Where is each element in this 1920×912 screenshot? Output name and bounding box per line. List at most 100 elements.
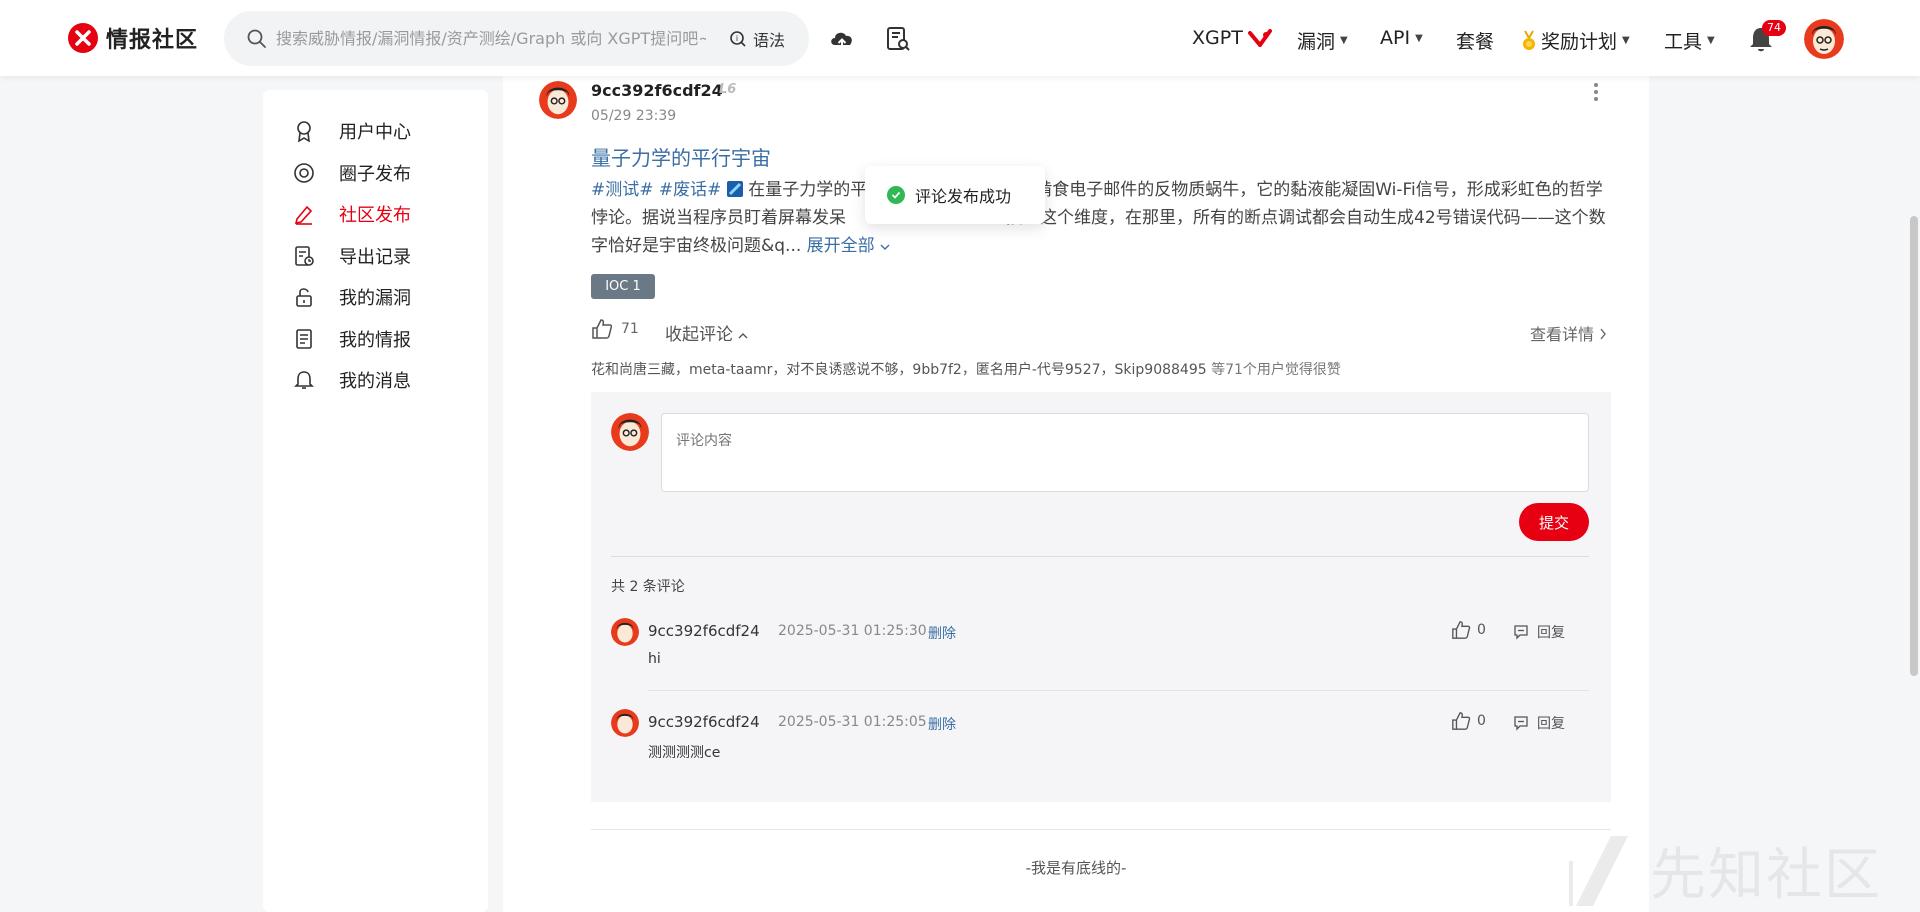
- emoji-icon: [726, 181, 743, 197]
- nav-api[interactable]: API ▼: [1380, 27, 1423, 49]
- sidebar: 用户中心 圈子发布 社区发布 导出记录 我的漏洞 我的情报 我的消息: [263, 90, 488, 912]
- sidebar-item-circle-publish[interactable]: 圈子发布: [293, 160, 411, 186]
- delete-comment-link[interactable]: 删除: [928, 623, 956, 643]
- edit-icon: [294, 205, 313, 225]
- watermark-logo-icon: [1569, 835, 1628, 906]
- check-circle-icon: [887, 186, 905, 204]
- target-icon: [294, 163, 314, 183]
- like-count: 71: [621, 321, 639, 337]
- sidebar-item-label: 我的消息: [339, 371, 411, 392]
- nav-tools-label: 工具: [1664, 31, 1703, 53]
- badge-icon: [297, 121, 311, 142]
- comment-input[interactable]: [661, 413, 1589, 492]
- post-tag[interactable]: #废话#: [659, 180, 722, 200]
- post-time: 05/29 23:39: [591, 108, 677, 124]
- end-of-list-text: -我是有底线的-: [1025, 859, 1127, 877]
- xgpt-badge-icon: [1247, 29, 1272, 47]
- nav-xgpt[interactable]: XGPT: [1192, 27, 1272, 49]
- nav-plans[interactable]: 套餐: [1456, 27, 1494, 54]
- medal-icon: [1523, 30, 1535, 50]
- sidebar-item-community-publish[interactable]: 社区发布: [293, 201, 411, 227]
- delete-comment-link[interactable]: 删除: [928, 714, 956, 734]
- user-avatar[interactable]: [1804, 19, 1844, 59]
- watermark: 先知社区: [1566, 830, 1882, 911]
- main-content: 9cc392f6cdf24 L6 05/29 23:39 量子力学的平行宇宙 #…: [503, 76, 1649, 912]
- nav-rewards-label: 奖励计划: [1541, 31, 1618, 53]
- comment-like-button[interactable]: 0: [1451, 711, 1486, 731]
- expand-all-link[interactable]: 展开全部: [807, 236, 890, 256]
- post-body-text: 在量子力学的平: [748, 180, 868, 200]
- comment-avatar[interactable]: [611, 709, 639, 737]
- ioc-badge[interactable]: IOC 1: [591, 274, 655, 299]
- user-level-badge: L6: [719, 82, 737, 97]
- nav-vulnerability-label: 漏洞: [1297, 31, 1336, 53]
- post-body: #测试# #废话# 在量子力学的平 啃食电子邮件的反物质蜗牛，它的黏液能凝固Wi-…: [591, 176, 1616, 260]
- reply-icon: [1514, 625, 1528, 640]
- nav-tools[interactable]: 工具 ▼: [1664, 27, 1715, 54]
- success-toast: 评论发布成功: [865, 166, 1045, 224]
- view-details-link[interactable]: 查看详情: [1530, 321, 1607, 345]
- reply-button[interactable]: 回复: [1513, 713, 1565, 733]
- divider: [611, 556, 1589, 557]
- comment-author[interactable]: 9cc392f6cdf24: [648, 713, 760, 731]
- divider: [648, 690, 1589, 691]
- search-icon: [247, 29, 266, 48]
- nav-api-label: API: [1380, 27, 1411, 49]
- sidebar-item-label: 圈子发布: [339, 164, 411, 185]
- cloud-upload-icon[interactable]: [828, 25, 856, 53]
- post-title[interactable]: 量子力学的平行宇宙: [591, 142, 771, 171]
- comment-avatar[interactable]: [611, 618, 639, 646]
- caret-down-icon: ▼: [1415, 32, 1423, 44]
- syntax-search-icon: i: [730, 31, 746, 47]
- comment-text: 测测测测ce: [648, 745, 721, 761]
- more-options-icon[interactable]: [1593, 82, 1603, 102]
- sidebar-item-my-messages[interactable]: 我的消息: [293, 367, 411, 393]
- caret-down-icon: ▼: [1340, 35, 1348, 46]
- comment-count: 共 2 条评论: [611, 579, 685, 595]
- report-search-icon[interactable]: [884, 25, 912, 53]
- notification-count-badge: 74: [1762, 20, 1786, 36]
- sidebar-item-my-vulnerabilities[interactable]: 我的漏洞: [293, 284, 411, 310]
- sidebar-item-label: 导出记录: [339, 247, 411, 268]
- post-like-button[interactable]: 71: [591, 318, 639, 340]
- search-input[interactable]: [276, 29, 706, 48]
- caret-down-icon: ▼: [1622, 35, 1630, 46]
- comment-author[interactable]: 9cc392f6cdf24: [648, 622, 760, 640]
- sidebar-item-label: 我的漏洞: [339, 288, 411, 309]
- post-tag[interactable]: #测试#: [591, 180, 654, 200]
- submit-comment-button[interactable]: 提交: [1519, 503, 1589, 541]
- page-scrollbar[interactable]: [1910, 216, 1918, 676]
- comment-like-button[interactable]: 0: [1451, 620, 1486, 640]
- document-icon: [296, 329, 312, 349]
- unlock-icon: [296, 288, 312, 307]
- sidebar-item-export-records[interactable]: 导出记录: [293, 243, 411, 269]
- comment-section: 提交 共 2 条评论 9cc392f6cdf24 2025-05-31 01:2…: [591, 392, 1611, 802]
- syntax-label: 语法: [752, 31, 785, 50]
- caret-down-icon: ▼: [1707, 35, 1715, 46]
- comment-time: 2025-05-31 01:25:05: [778, 714, 927, 730]
- nav-vulnerability[interactable]: 漏洞 ▼: [1297, 27, 1348, 54]
- post-author-name[interactable]: 9cc392f6cdf24: [591, 81, 723, 100]
- chevron-up-icon: [738, 333, 748, 339]
- toast-message: 评论发布成功: [915, 187, 1012, 206]
- sidebar-item-user-center[interactable]: 用户中心: [293, 118, 411, 144]
- nav-rewards[interactable]: 奖励计划 ▼: [1522, 27, 1630, 54]
- site-logo[interactable]: 情报社区: [68, 22, 198, 54]
- reply-icon: [1514, 716, 1528, 731]
- syntax-button[interactable]: i 语法: [729, 27, 785, 51]
- bell-icon: [294, 371, 314, 389]
- logo-text: 情报社区: [106, 28, 199, 53]
- divider: [591, 829, 1611, 830]
- sidebar-item-my-intel[interactable]: 我的情报: [293, 326, 411, 352]
- svg-text:i: i: [736, 34, 738, 43]
- chevron-right-icon: [1600, 328, 1607, 340]
- reply-button[interactable]: 回复: [1513, 622, 1565, 642]
- thumbs-up-icon: [1452, 712, 1471, 730]
- watermark-text: 先知社区: [1650, 843, 1882, 908]
- top-navbar: 情报社区 i 语法 XGPT 漏洞 ▼ API ▼ 套餐 奖励计划 ▼: [0, 0, 1920, 76]
- nav-xgpt-label: XGPT: [1192, 27, 1243, 49]
- post-author-avatar[interactable]: [539, 81, 577, 119]
- collapse-comments-button[interactable]: 收起评论: [665, 320, 748, 345]
- nav-plans-label: 套餐: [1456, 31, 1495, 53]
- export-record-icon: [295, 246, 314, 266]
